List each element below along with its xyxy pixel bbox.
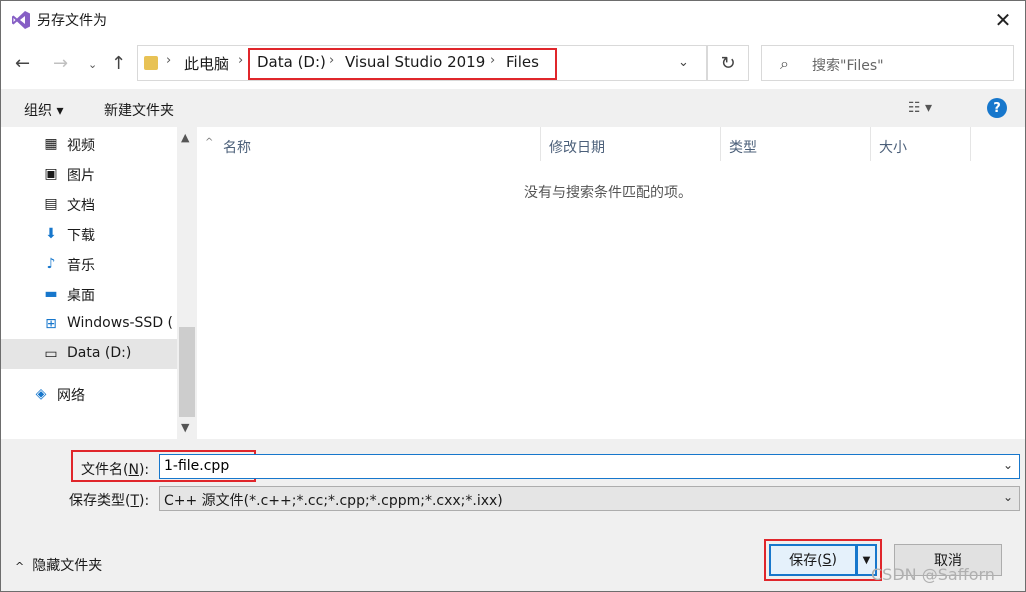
nav-item-label: 音乐 — [67, 258, 95, 274]
caret-down-icon: ▼ — [862, 554, 871, 566]
network-icon: ◈ — [35, 386, 47, 402]
chevron-up-icon: ^ — [15, 560, 25, 573]
window-title: 另存文件为 — [37, 13, 107, 29]
hide-folders-toggle[interactable]: ^ 隐藏文件夹 — [15, 555, 102, 575]
nav-item-videos[interactable]: ▦ 视频 — [1, 129, 177, 159]
filetype-select[interactable]: C++ 源文件(*.c++;*.cc;*.cpp;*.cppm;*.cxx;*.… — [159, 486, 1020, 511]
title-bar: 另存文件为 ✕ — [1, 1, 1025, 39]
column-header-type[interactable]: 类型 — [721, 127, 871, 161]
view-options-icon[interactable]: ☷ ▾ — [908, 100, 932, 116]
organize-menu[interactable]: 组织 ▾ — [24, 100, 63, 120]
back-arrow-icon[interactable]: ← — [15, 53, 30, 74]
nav-item-music[interactable]: ♪ 音乐 — [1, 249, 177, 279]
document-icon: ▤ — [44, 196, 58, 212]
desktop-icon: ▬ — [44, 286, 58, 302]
video-icon: ▦ — [44, 136, 58, 152]
filetype-dropdown-icon[interactable]: ⌄ — [1003, 490, 1013, 504]
navigation-pane: ▦ 视频 ▣ 图片 ▤ 文档 ⬇ 下载 ♪ 音乐 ▬ 桌面 ⊞ Windows-… — [1, 127, 197, 439]
filetype-value: C++ 源文件(*.c++;*.cc;*.cpp;*.cppm;*.cxx;*.… — [164, 493, 503, 509]
scrollbar-thumb[interactable] — [179, 327, 195, 417]
breadcrumb-this-pc[interactable]: 此电脑 — [184, 53, 229, 74]
music-icon: ♪ — [46, 256, 56, 272]
recent-locations-chevron-icon[interactable]: ⌄ — [88, 58, 97, 71]
save-button[interactable]: 保存(S) — [769, 544, 857, 576]
scroll-down-icon[interactable]: ▼ — [181, 421, 189, 434]
nav-item-windows-ssd[interactable]: ⊞ Windows-SSD ( — [1, 309, 177, 339]
column-header-label: 修改日期 — [549, 140, 605, 156]
filename-input[interactable] — [160, 455, 980, 477]
close-button[interactable]: ✕ — [987, 5, 1019, 35]
column-header-label: 名称 — [223, 140, 251, 156]
filename-field[interactable]: ⌄ — [159, 454, 1020, 479]
filetype-label: 保存类型(T): — [69, 493, 150, 509]
breadcrumb-separator-icon: › — [166, 53, 172, 68]
watermark-text: CSDN @Safforn — [871, 565, 995, 584]
help-icon[interactable]: ? — [987, 98, 1007, 118]
column-header-name[interactable]: 名称 ^ — [197, 127, 541, 161]
windows-drive-icon: ⊞ — [45, 316, 57, 332]
scroll-up-icon[interactable]: ▲ — [181, 131, 189, 144]
search-input[interactable]: ⌕ 搜索"Files" — [761, 45, 1014, 81]
search-placeholder: 搜索"Files" — [812, 58, 884, 74]
hide-folders-label: 隐藏文件夹 — [32, 558, 103, 574]
nav-item-label: 图片 — [67, 168, 95, 184]
filename-dropdown-icon[interactable]: ⌄ — [1003, 458, 1013, 472]
nav-item-data-drive[interactable]: ▭ Data (D:) — [1, 339, 177, 369]
nav-item-desktop[interactable]: ▬ 桌面 — [1, 279, 177, 309]
nav-item-documents[interactable]: ▤ 文档 — [1, 189, 177, 219]
nav-item-label: Windows-SSD ( — [67, 315, 174, 331]
download-icon: ⬇ — [45, 226, 57, 242]
column-header-size[interactable]: 大小 — [871, 127, 971, 161]
forward-arrow-icon[interactable]: → — [53, 53, 68, 74]
new-folder-button[interactable]: 新建文件夹 — [104, 100, 174, 120]
nav-item-label: 桌面 — [67, 288, 95, 304]
nav-scrollbar[interactable]: ▲ ▼ — [177, 127, 197, 439]
file-list: 名称 ^ 修改日期 类型 大小 没有与搜索条件匹配的项。 — [197, 127, 1025, 439]
address-bar[interactable]: › 此电脑 › Data (D:) › Visual Studio 2019 ›… — [137, 45, 707, 81]
search-icon: ⌕ — [780, 54, 789, 73]
column-header-label: 类型 — [729, 140, 757, 156]
nav-item-label: 下载 — [67, 228, 95, 244]
address-row: ← → ⌄ ↑ › 此电脑 › Data (D:) › Visual Studi… — [1, 39, 1025, 89]
nav-item-label: 网络 — [57, 388, 85, 404]
nav-item-network[interactable]: ◈ 网络 — [1, 379, 177, 409]
folder-icon — [144, 56, 158, 70]
save-options-panel: 文件名(N): ⌄ 保存类型(T): C++ 源文件(*.c++;*.cc;*.… — [1, 439, 1025, 591]
nav-item-pictures[interactable]: ▣ 图片 — [1, 159, 177, 189]
up-arrow-icon[interactable]: ↑ — [111, 53, 126, 74]
column-header-label: 大小 — [879, 140, 907, 156]
address-highlight-box — [248, 48, 557, 80]
command-toolbar: 组织 ▾ 新建文件夹 ☷ ▾ ? — [1, 89, 1025, 127]
visual-studio-icon — [12, 11, 30, 29]
nav-item-label: Data (D:) — [67, 345, 132, 361]
sort-ascending-icon: ^ — [205, 137, 214, 148]
save-as-dialog: 另存文件为 ✕ ← → ⌄ ↑ › 此电脑 › Data (D:) › Visu… — [0, 0, 1026, 592]
address-dropdown-icon[interactable]: ⌄ — [678, 55, 689, 70]
nav-item-downloads[interactable]: ⬇ 下载 — [1, 219, 177, 249]
nav-item-label: 视频 — [67, 138, 95, 154]
column-header-modified[interactable]: 修改日期 — [541, 127, 721, 161]
nav-item-label: 文档 — [67, 198, 95, 214]
breadcrumb-separator-icon: › — [238, 53, 244, 68]
empty-message: 没有与搜索条件匹配的项。 — [524, 185, 692, 201]
refresh-icon: ↻ — [720, 52, 736, 74]
close-icon: ✕ — [994, 8, 1012, 32]
drive-icon: ▭ — [44, 346, 58, 362]
picture-icon: ▣ — [44, 166, 58, 182]
refresh-button[interactable]: ↻ — [707, 45, 749, 81]
